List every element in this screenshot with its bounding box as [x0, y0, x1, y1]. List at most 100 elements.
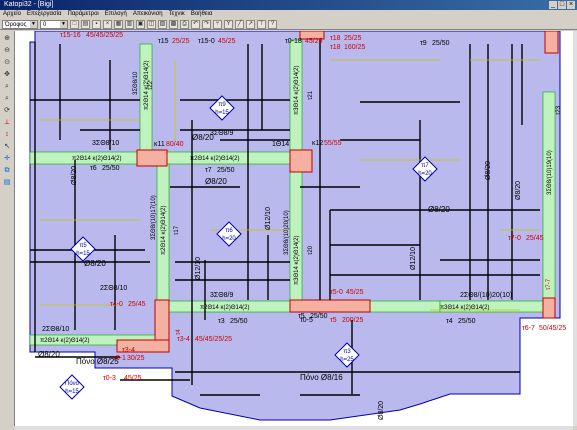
menu-file[interactable]: Αρχείο	[3, 10, 21, 19]
label-k12[interactable]: κ12	[312, 140, 323, 147]
move-icon[interactable]: ✛	[2, 154, 12, 164]
label-t21[interactable]: τ21	[308, 90, 314, 100]
label-t18b[interactable]: τ18	[330, 44, 341, 51]
menu-edit[interactable]: Επεξεργασία	[27, 10, 62, 19]
label-t5[interactable]: τ5	[298, 313, 305, 320]
zoom-prev-icon[interactable]: ⌕	[2, 94, 12, 104]
rebar-v6[interactable]: π3Θ14 κ(2)Θ14(2)	[294, 66, 300, 116]
floor-plan[interactable]: π5 h=15 π6 h=20 π7 h=20 π9 h=15 π3 h=25 …	[15, 31, 573, 426]
rebar-pono1[interactable]: Πόνο Ø8/25	[76, 357, 119, 366]
label-t23[interactable]: τ23	[556, 105, 562, 115]
rebar-b5[interactable]: 1Θ14	[272, 141, 289, 148]
rebar-r8[interactable]: Ø12/10	[410, 247, 417, 270]
rebar-s7[interactable]: π2Θ14 κ(2)Θ14(2)	[40, 338, 90, 344]
rebar-r9[interactable]: Ø8/20	[485, 161, 492, 180]
label-t15-0[interactable]: τ15-0	[198, 38, 215, 45]
close-file-icon[interactable]: ×	[103, 19, 112, 29]
level-combo[interactable]: 0 ▼	[40, 19, 68, 29]
horizontal-scrollbar[interactable]	[15, 426, 573, 430]
pan-icon[interactable]: ✥	[2, 70, 12, 80]
rebar-v6b[interactable]: π3Θ14 κ(2)Θ14(2)	[294, 236, 300, 286]
print-icon[interactable]: ⎙	[180, 19, 189, 29]
menu-help[interactable]: Βοήθεια	[191, 10, 213, 19]
dimension-icon[interactable]: ↕	[2, 130, 12, 140]
save-icon[interactable]: ▪	[92, 19, 101, 29]
label-t22[interactable]: τ22	[148, 80, 154, 90]
plot-icon[interactable]: ▦	[114, 19, 123, 29]
column-k12[interactable]	[289, 149, 313, 173]
label-t15[interactable]: τ15	[158, 38, 169, 45]
wall-piece[interactable]	[542, 297, 556, 319]
slab-marker-pono[interactable]: Πόνο h=15	[59, 374, 85, 400]
drawing-canvas[interactable]: π5 h=15 π6 h=20 π7 h=20 π9 h=15 π3 h=25 …	[15, 31, 573, 426]
rebar-b4[interactable]: 2ΣΘ8/10	[42, 326, 69, 333]
label-k11[interactable]: κ11	[154, 141, 165, 148]
zoom-in-icon[interactable]: ⊕	[2, 34, 12, 44]
rebar-v5[interactable]: π2Θ14 κ(2)Θ14(2)	[161, 206, 167, 256]
rebar-b2[interactable]: 3ΣΘ8/9	[210, 292, 234, 299]
label-t4[interactable]: τ4	[446, 318, 453, 325]
grid-icon[interactable]: ▩	[169, 19, 178, 29]
tree-icon[interactable]: ⊤	[257, 19, 266, 29]
close-icon[interactable]: ×	[567, 1, 575, 9]
label-t5b[interactable]: τ5	[330, 317, 337, 324]
new-icon[interactable]: □	[70, 19, 79, 29]
layers-icon[interactable]: ▤	[2, 178, 12, 188]
slab-icon[interactable]: ◫	[147, 19, 156, 29]
label-t0-3[interactable]: τ0-3	[103, 375, 116, 382]
undo-icon[interactable]: ↶	[191, 19, 200, 29]
zoom-all-icon[interactable]: ⌕	[2, 82, 12, 92]
label-t7[interactable]: τ7	[205, 167, 212, 174]
select-icon[interactable]: ↖	[2, 142, 12, 152]
rebar-b7[interactable]: 2ΣΘ8/(10)20(10)	[460, 292, 512, 299]
label-t3[interactable]: τ3	[218, 318, 225, 325]
label-t4-0[interactable]: τ4-0	[110, 301, 123, 308]
label-t6[interactable]: τ6	[90, 165, 97, 172]
layer-combo[interactable]: Όροφος ▼	[2, 19, 38, 29]
wall-piece[interactable]	[289, 299, 371, 313]
label-t4[interactable]: τ4	[176, 329, 182, 335]
merge-icon[interactable]: Y	[224, 19, 233, 29]
footing-icon[interactable]: ▧	[158, 19, 167, 29]
open-icon[interactable]: ▤	[81, 19, 90, 29]
rebar-s6[interactable]: π3Θ14 κ(2)Θ14(2)	[440, 305, 490, 311]
rebar-r12[interactable]: Ø8/20	[378, 401, 385, 420]
menu-select[interactable]: Επιλογή	[105, 10, 127, 19]
rebar-r6[interactable]: Ø12/10	[195, 257, 202, 280]
column-icon[interactable]: ▣	[136, 19, 145, 29]
rebar-r1[interactable]: Ø8/20	[205, 177, 227, 186]
menu-parameters[interactable]: Παράμετροι	[68, 10, 99, 19]
label-t0-18[interactable]: τ0-18	[285, 38, 302, 45]
label-t17[interactable]: τ17	[174, 225, 180, 235]
minimize-icon[interactable]: _	[549, 1, 557, 9]
measure-icon[interactable]: ⟂	[2, 118, 12, 128]
rebar-r7[interactable]: Ø12/10	[265, 207, 272, 230]
maximize-icon[interactable]: □	[558, 1, 566, 9]
column-k11[interactable]	[136, 149, 168, 167]
copy-icon[interactable]: ⧉	[2, 166, 12, 176]
label-t3-4b[interactable]: τ3-4	[122, 347, 135, 354]
zoom-window-icon[interactable]: ⊙	[2, 58, 12, 68]
rebar-v2[interactable]: 3ΣΘ8/(10)20(10)	[284, 210, 290, 255]
wall-piece[interactable]	[544, 31, 559, 54]
rebar-s3[interactable]: π2Θ14 κ(2)Θ14(2)	[200, 305, 250, 311]
rebar-r3[interactable]: Ø8/20	[428, 205, 450, 214]
rebar-v1[interactable]: 3ΣΘ8/10	[133, 71, 139, 95]
rebar-r10[interactable]: Ø8/20	[515, 181, 522, 200]
vertical-scrollbar[interactable]	[573, 31, 577, 426]
help-icon[interactable]: ?	[268, 19, 277, 29]
menu-view[interactable]: Απεικόνιση	[133, 10, 163, 19]
rebar-v8[interactable]: 3ΣΘ8/(10)17(10)	[151, 195, 157, 240]
label-t15-16[interactable]: τ15-16	[60, 32, 81, 39]
rebar-v3[interactable]: 3ΣΘ8/(10)19(10)	[547, 150, 553, 195]
rebar-r11[interactable]: Ø8/20	[71, 166, 78, 185]
label-t6-7[interactable]: τ6-7	[522, 325, 535, 332]
rebar-r5[interactable]: Ø8/20	[38, 350, 60, 359]
rebar-s1[interactable]: π2Θ14 κ(2)Θ14(2)	[72, 156, 122, 162]
line-icon[interactable]: ╱	[235, 19, 244, 29]
label-t7-7[interactable]: τ7-7	[546, 278, 552, 290]
rebar-pono2[interactable]: Πόνο Ø8/16	[300, 373, 343, 382]
menu-tech[interactable]: Τεχνικ	[169, 10, 185, 19]
label-t9[interactable]: τ9	[420, 40, 427, 47]
rebar-r4[interactable]: Ø8/20	[84, 259, 106, 268]
